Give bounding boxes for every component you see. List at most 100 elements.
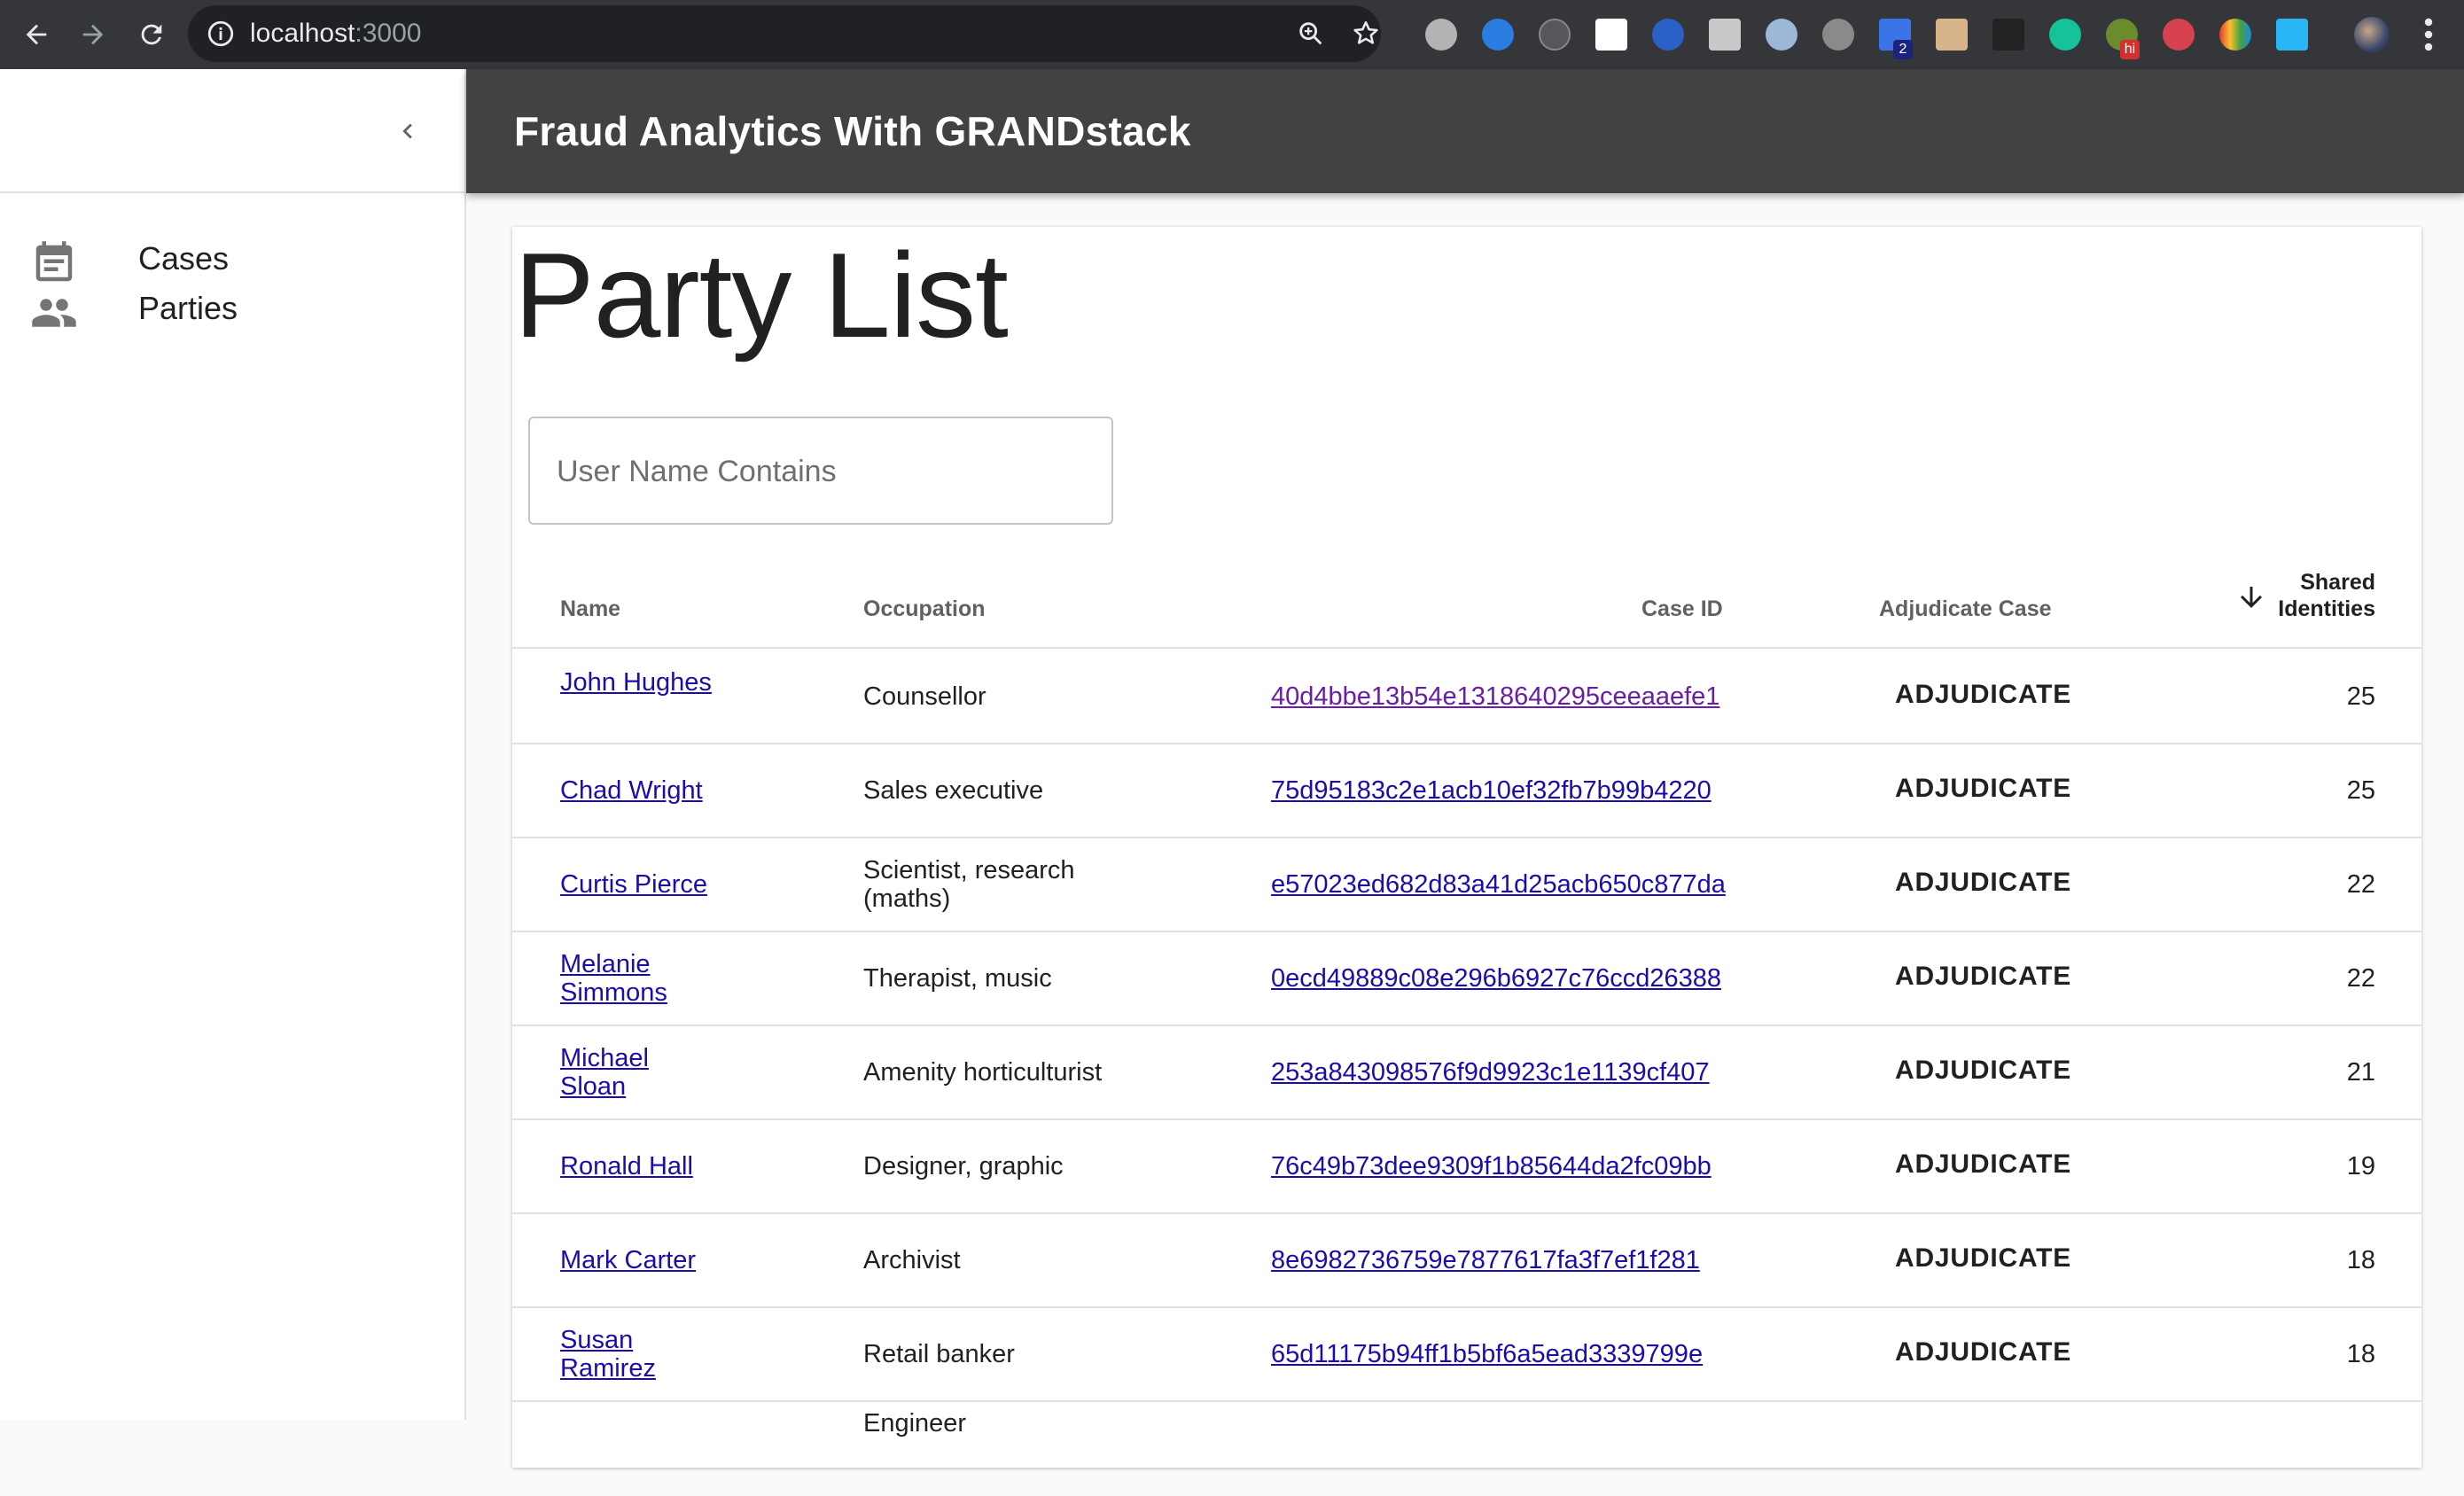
occupation-cell: Sales executive [863,776,1044,805]
case-id-link[interactable]: e57023ed682d83a41d25acb650c877da [1271,870,1726,899]
party-name-link[interactable]: Susan Ramirez [560,1326,720,1383]
party-name-link[interactable]: John Hughes [560,668,720,697]
table-row: Ronald Hall Designer, graphic 76c49b73de… [512,1120,2421,1214]
table-row: Mark Carter Archivist 8e6982736759e78776… [512,1214,2421,1308]
occupation-cell: Scientist, research (maths) [863,856,1075,913]
party-name-link[interactable]: Curtis Pierce [560,870,826,899]
reload-icon [141,24,162,45]
shield-extension-icon[interactable] [2163,19,2195,51]
party-name-link[interactable]: Mark Carter [560,1246,826,1274]
ghost-extension-icon[interactable] [1482,19,1514,51]
adblock-extension-icon[interactable] [1425,19,1457,51]
shared-identities-cell: 21 [2346,1058,2375,1087]
case-id-link[interactable]: 75d95183c2e1acb10ef32fb7b99b4220 [1271,776,1712,805]
adjudicate-button[interactable]: ADJUDICATE [1895,1056,2071,1085]
party-name-link[interactable]: Chad Wright [560,776,826,805]
occupation-cell: Counsellor [863,682,986,711]
column-header-shared-identities[interactable]: Shared Identities [2278,569,2375,622]
occupation-cell: Archivist [863,1246,961,1274]
app-title: Fraud Analytics With GRANDstack [514,108,1191,154]
layers-extension-icon[interactable] [2276,19,2308,51]
occupation-cell: Therapist, music [863,964,1052,993]
face-extension-icon[interactable] [1936,19,1968,51]
shared-identities-cell: 18 [2346,1246,2375,1274]
collapse-drawer-button[interactable] [381,105,434,158]
shared-identities-cell: 22 [2346,964,2375,993]
forward-arrow-icon [82,24,104,45]
occupation-cell: Amenity horticulturist [863,1058,1103,1087]
adjudicate-button[interactable]: ADJUDICATE [1895,869,2071,897]
sort-descending-icon[interactable] [2235,581,2267,613]
browser-toolbar: localhost:3000 2 hi [0,0,2464,69]
globe-extension-icon[interactable] [1652,19,1684,51]
party-name-link[interactable]: Michael Sloan [560,1044,720,1101]
instapaper-extension-icon[interactable] [1595,19,1627,51]
case-id-link[interactable]: 253a843098576f9d9923c1e1139cf407 [1271,1058,1710,1087]
case-id-link[interactable]: 0ecd49889c08e296b6927c76ccd26388 [1271,964,1721,993]
zoom-icon[interactable] [1296,19,1326,49]
party-name-link[interactable]: Ronald Hall [560,1152,826,1180]
adjudicate-button[interactable]: ADJUDICATE [1895,775,2071,803]
column-header-name[interactable]: Name [560,596,620,622]
occupation-cell: Retail banker [863,1340,1015,1368]
forward-button[interactable] [71,12,115,57]
page-title: Party List [514,228,1009,362]
shared-identities-cell: 18 [2346,1340,2375,1368]
extension-badge-count: 2 [1893,40,1913,59]
column-header-shared-line1: Shared [2300,570,2375,595]
shared-identities-cell: 19 [2346,1152,2375,1180]
table-row: Chad Wright Sales executive 75d95183c2e1… [512,744,2421,838]
shared-identities-cell: 25 [2346,776,2375,805]
column-header-adjudicate[interactable]: Adjudicate Case [1879,596,2052,622]
info-extension-icon[interactable] [1539,19,1571,51]
adjudicate-button[interactable]: ADJUDICATE [1895,1338,2071,1367]
bars-extension-icon[interactable] [1992,19,2024,51]
reload-button[interactable] [129,12,174,57]
adjudicate-button[interactable]: ADJUDICATE [1895,1150,2071,1179]
bookmark-star-icon[interactable] [1351,19,1381,49]
adjudicate-button[interactable]: ADJUDICATE [1895,1244,2071,1273]
url-port: :3000 [355,19,422,48]
column-header-occupation[interactable]: Occupation [863,596,986,622]
shared-identities-cell: 25 [2346,682,2375,711]
address-bar[interactable]: localhost:3000 [188,5,1381,62]
user-name-search-input[interactable] [555,447,1087,496]
search-field[interactable] [528,417,1113,525]
case-id-link[interactable]: 76c49b73dee9309f1b85644da2fc09bb [1271,1152,1712,1180]
more-menu-icon[interactable] [2420,16,2437,53]
occupation-cell: Engineer [863,1409,967,1438]
sidebar-item-parties[interactable]: Parties [0,262,464,351]
column-header-case-id[interactable]: Case ID [1641,596,1723,622]
back-button[interactable] [14,12,58,57]
shared-identities-cell: 22 [2346,870,2375,899]
app-bar: Fraud Analytics With GRANDstack [466,69,2464,193]
table-header: Name Occupation Case ID Adjudicate Case … [512,555,2421,649]
side-drawer: Cases Parties [0,69,466,1420]
table-row: Melanie Simmons Therapist, music 0ecd498… [512,932,2421,1026]
table-row: Susan Ramirez Retail banker 65d11175b94f… [512,1308,2421,1402]
case-id-link[interactable]: 8e6982736759e7877617fa3f7ef1f281 [1271,1246,1700,1274]
case-id-link[interactable]: 65d11175b94ff1b5bf6a5ead3339799e [1271,1340,1703,1368]
profile-avatar[interactable] [2354,17,2390,52]
tools-extension-icon[interactable] [1822,19,1854,51]
party-list-card: Party List Name Occupation Case ID Adjud… [512,227,2421,1468]
chevron-left-icon [402,123,412,139]
occupation-cell: Designer, graphic [863,1152,1064,1180]
url-host: localhost [250,19,355,48]
case-id-link[interactable]: 40d4bbe13b54e1318640295ceeaaefe1 [1271,682,1719,711]
people-icon [32,299,76,327]
column-header-shared-line2: Identities [2278,596,2375,621]
party-name-link[interactable]: Melanie Simmons [560,950,720,1007]
s-extension-icon[interactable] [1709,19,1741,51]
back-arrow-icon [26,24,47,45]
table-row: Curtis Pierce Scientist, research (maths… [512,838,2421,932]
adjudicate-button[interactable]: ADJUDICATE [1895,681,2071,709]
table-row: John Hughes Counsellor 40d4bbe13b54e1318… [512,651,2421,744]
circle-extension-icon[interactable] [1766,19,1797,51]
grammarly-extension-icon[interactable] [2049,19,2081,51]
sidebar-item-label: Parties [138,290,238,326]
extension-badge-hi: hi [2120,40,2140,59]
adjudicate-button[interactable]: ADJUDICATE [1895,962,2071,991]
rainbow-extension-icon[interactable] [2219,19,2251,51]
info-icon[interactable] [206,19,236,49]
